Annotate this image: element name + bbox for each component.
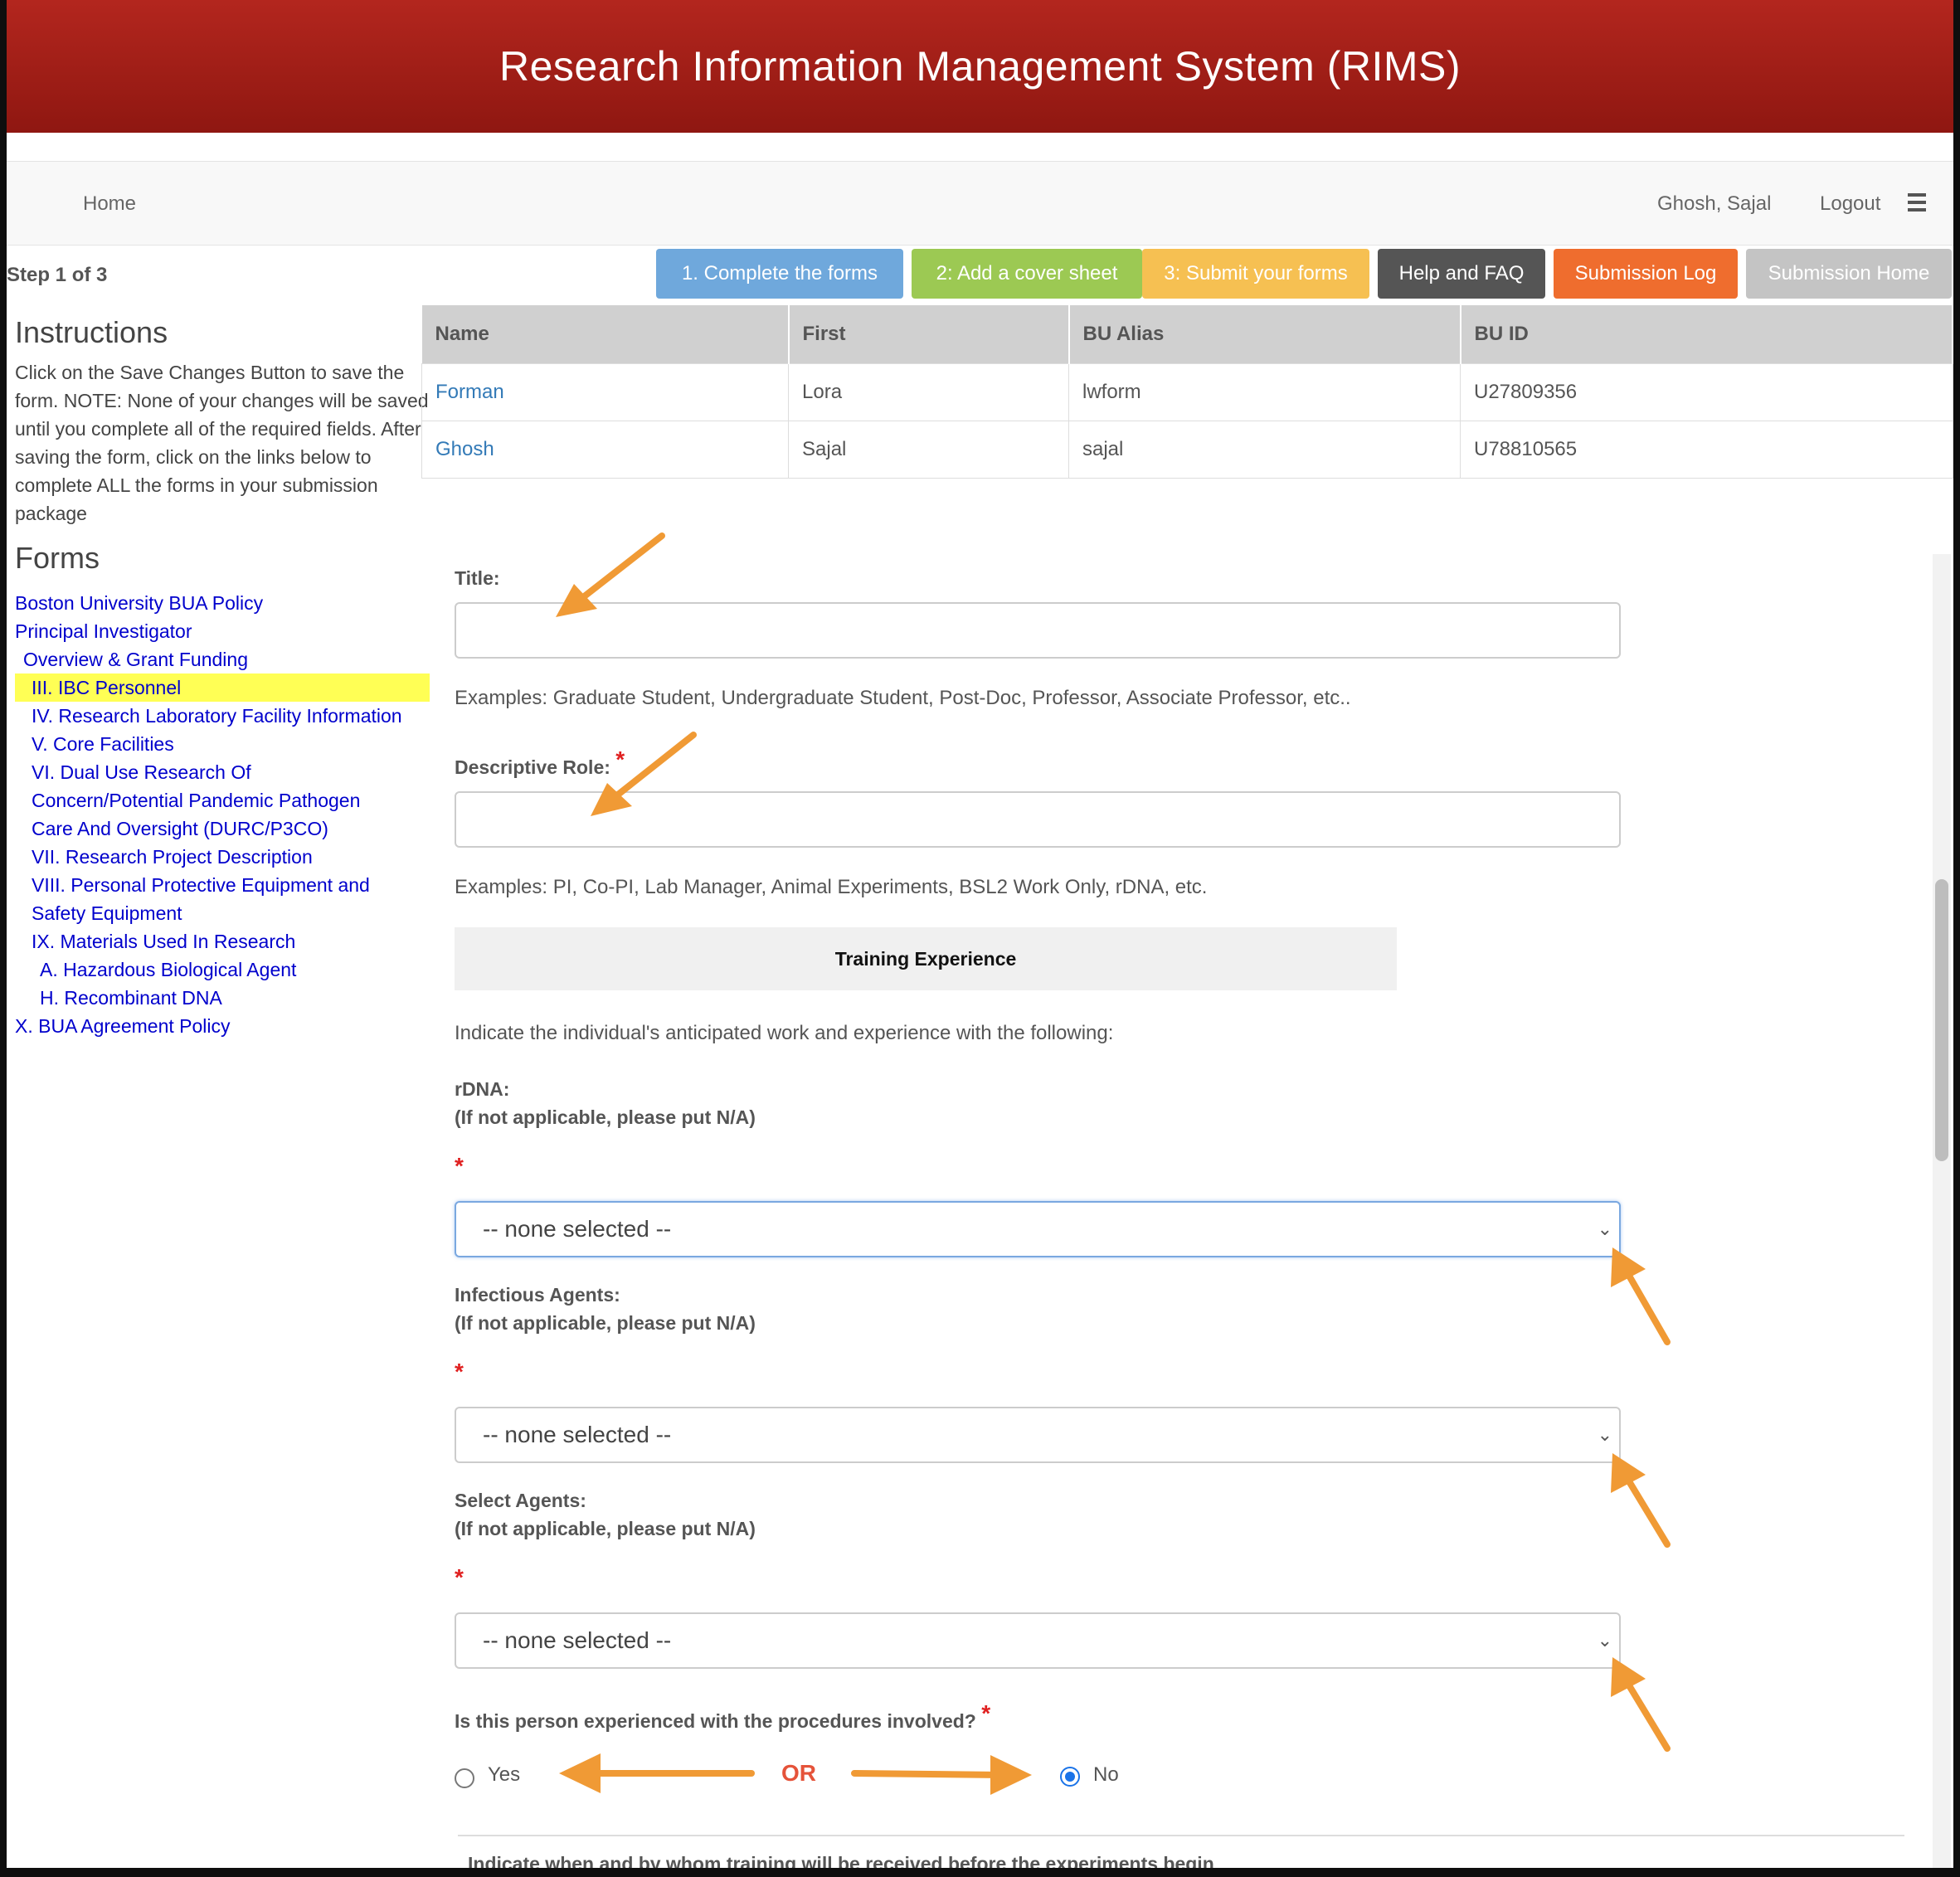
arrow-to-rdna-select-icon (1626, 1272, 1671, 1345)
column-header: First (788, 305, 1070, 363)
forms-heading: Forms (15, 541, 100, 575)
chevron-down-icon: ⌄ (1597, 1218, 1612, 1239)
form-link-durc-p3co[interactable]: VI. Dual Use Research Of Concern/Potenti… (15, 758, 396, 843)
arrow-to-role-icon (610, 732, 697, 801)
role-help-text: Examples: PI, Co-PI, Lab Manager, Animal… (455, 876, 1208, 898)
form-link-ibc-personnel[interactable]: III. IBC Personnel (15, 673, 430, 702)
app-window: Research Information Management System (… (7, 0, 1953, 1868)
chevron-down-icon: ⌄ (1597, 1630, 1612, 1651)
arrow-to-select-agents-icon (1626, 1682, 1671, 1752)
form-link-principal-investigator[interactable]: Principal Investigator (15, 617, 430, 645)
form-link-ppe[interactable]: VIII. Personal Protective Equipment and … (15, 871, 413, 927)
nav-home-link[interactable]: Home (83, 162, 136, 246)
column-header: BU Alias (1068, 305, 1461, 363)
infectious-select-value: -- none selected -- (483, 1422, 672, 1447)
descriptive-role-label: Descriptive Role: * (455, 746, 625, 778)
no-label: No (1093, 1763, 1119, 1786)
form-link-lab-facility[interactable]: IV. Research Laboratory Facility Informa… (15, 702, 430, 730)
rdna-select-value: -- none selected -- (483, 1216, 672, 1242)
select-agents-na-hint: (If not applicable, please put N/A) (455, 1518, 756, 1539)
form-link-bua-policy[interactable]: Boston University BUA Policy (15, 589, 430, 617)
form-link-overview-grant-funding[interactable]: Overview & Grant Funding (15, 645, 430, 673)
training-experience-heading: Training Experience (455, 927, 1397, 990)
table-header-row: Name First BU Alias BU ID (421, 305, 1953, 363)
table-cell: Sajal (788, 420, 1069, 479)
table-cell: lwform (1068, 362, 1461, 421)
required-marker: * (455, 1359, 464, 1384)
column-header: Name (421, 305, 790, 363)
select-agents-select-value: -- none selected -- (483, 1627, 672, 1653)
arrow-head-icon (990, 1755, 1032, 1795)
title-label: Title: (455, 567, 500, 589)
title-input[interactable] (455, 602, 1621, 659)
form-link-recombinant-dna[interactable]: H. Recombinant DNA (15, 984, 430, 1012)
required-marker: * (615, 746, 625, 772)
submission-log-button[interactable]: Submission Log (1554, 249, 1738, 299)
instructions-text: Click on the Save Changes Button to save… (15, 362, 429, 524)
arrow-to-no-icon (851, 1770, 1005, 1778)
infectious-agents-select[interactable]: -- none selected -- ⌄ (455, 1407, 1621, 1463)
hamburger-menu-icon[interactable] (1908, 193, 1926, 212)
divider (458, 1835, 1904, 1836)
form-link-hazardous-agent[interactable]: A. Hazardous Biological Agent (15, 956, 430, 984)
table-row: Forman Lora lwform U27809356 (421, 362, 1953, 421)
scrollbar[interactable] (1933, 554, 1951, 1868)
chevron-down-icon: ⌄ (1597, 1424, 1612, 1445)
required-marker: * (981, 1700, 991, 1726)
arrow-head-icon (559, 1753, 601, 1793)
nav-logout-link[interactable]: Logout (1820, 162, 1880, 246)
table-cell: U78810565 (1460, 420, 1953, 479)
select-agents-select[interactable]: -- none selected -- ⌄ (455, 1612, 1621, 1669)
personnel-table: Name First BU Alias BU ID Forman Lora lw… (421, 305, 1953, 479)
rdna-label: rDNA: (455, 1078, 510, 1100)
table-row: Ghosh Sajal sajal U78810565 (421, 420, 1953, 479)
yes-label: Yes (488, 1763, 521, 1786)
yes-radio[interactable] (455, 1768, 474, 1788)
submission-home-button[interactable]: Submission Home (1746, 249, 1952, 299)
app-header: Research Information Management System (… (7, 0, 1953, 133)
help-faq-button[interactable]: Help and FAQ (1378, 249, 1545, 299)
training-when-text: Indicate when and by whom training will … (468, 1853, 1214, 1868)
experienced-question-label: Is this person experienced with the proc… (455, 1700, 991, 1732)
app-title: Research Information Management System (… (499, 43, 1461, 90)
person-name-link[interactable]: Forman (421, 362, 789, 421)
navbar: Home Ghosh, Sajal Logout (7, 161, 1953, 246)
person-name-link[interactable]: Ghosh (421, 420, 789, 479)
title-help-text: Examples: Graduate Student, Undergraduat… (455, 687, 1351, 709)
infectious-na-hint: (If not applicable, please put N/A) (455, 1312, 756, 1334)
form-link-core-facilities[interactable]: V. Core Facilities (15, 730, 430, 758)
add-cover-sheet-button[interactable]: 2: Add a cover sheet (912, 249, 1142, 299)
complete-forms-button[interactable]: 1. Complete the forms (656, 249, 903, 299)
arrow-to-infectious-select-icon (1626, 1478, 1671, 1548)
rdna-select[interactable]: -- none selected -- ⌄ (455, 1201, 1621, 1257)
step-indicator: Step 1 of 3 (7, 264, 108, 286)
sidebar: Instructions Click on the Save Changes B… (15, 315, 430, 1040)
table-cell: Lora (788, 362, 1069, 421)
nav-user-name: Ghosh, Sajal (1657, 192, 1772, 215)
descriptive-role-input[interactable] (455, 791, 1621, 848)
column-header: BU ID (1460, 305, 1953, 363)
forms-list: Boston University BUA Policy Principal I… (15, 589, 430, 1040)
instructions-heading: Instructions (15, 315, 168, 349)
infectious-agents-label: Infectious Agents: (455, 1284, 620, 1306)
rdna-na-hint: (If not applicable, please put N/A) (455, 1106, 756, 1128)
submit-forms-button[interactable]: 3: Submit your forms (1142, 249, 1369, 299)
indicate-text: Indicate the individual's anticipated wo… (455, 1022, 1114, 1044)
table-cell: U27809356 (1460, 362, 1953, 421)
scrollbar-thumb[interactable] (1935, 879, 1948, 1161)
arrow-to-title-icon (576, 532, 665, 604)
required-marker: * (455, 1153, 464, 1179)
form-link-materials[interactable]: IX. Materials Used In Research (15, 927, 430, 956)
select-agents-label: Select Agents: (455, 1490, 586, 1511)
form-link-research-description[interactable]: VII. Research Project Description (15, 843, 430, 871)
table-cell: sajal (1068, 420, 1461, 479)
no-radio[interactable] (1060, 1767, 1080, 1787)
form-link-bua-agreement[interactable]: X. BUA Agreement Policy (15, 1012, 430, 1040)
or-annotation: OR (781, 1760, 816, 1786)
required-marker: * (455, 1564, 464, 1590)
